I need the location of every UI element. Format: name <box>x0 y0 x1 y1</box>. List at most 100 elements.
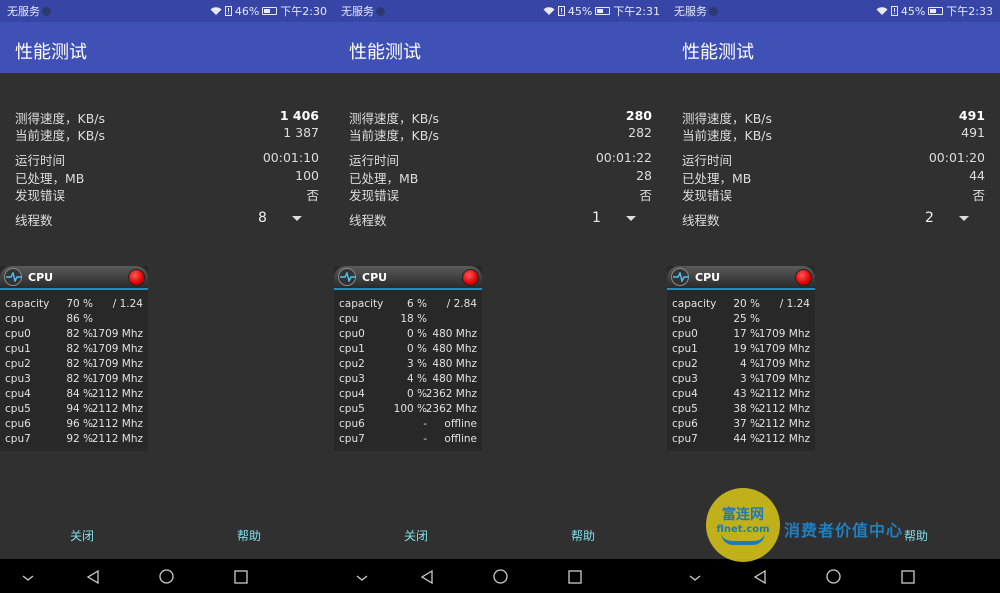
cpu-row: cpu6 - offline <box>339 418 479 433</box>
cpu-monitor-widget[interactable]: CPU capacity 6 % / 2.84 cpu 18 % cpu0 0 % 480 M… <box>334 266 482 451</box>
cpu-row: cpu7 44 % 2112 Mhz <box>672 433 812 448</box>
cpu-name: cpu6 <box>5 418 31 430</box>
cpu-row: cpu3 4 % 480 Mhz <box>339 373 479 388</box>
stat-label: 当前速度，KB/s <box>682 128 772 143</box>
cpu-freq: 1709 Mhz <box>758 328 810 340</box>
stat-row: 发现错误 否 <box>349 185 652 204</box>
cpu-load: 82 % <box>66 328 93 340</box>
stat-row: 运行时间 00:01:10 <box>15 150 319 169</box>
back-icon[interactable] <box>86 569 100 588</box>
cpu-row: cpu1 19 % 1709 Mhz <box>672 343 812 358</box>
back-icon[interactable] <box>753 569 767 588</box>
wifi-icon <box>543 7 555 15</box>
stat-value: 282 <box>628 125 652 140</box>
status-bar: 无服务 46% 下午2:30 <box>0 0 334 22</box>
home-icon[interactable] <box>826 569 841 588</box>
stat-row: 发现错误 否 <box>15 185 319 204</box>
cpu-load: 0 % <box>407 388 427 400</box>
cpu-widget-header[interactable]: CPU <box>0 266 148 290</box>
cpu-freq: 2112 Mhz <box>758 418 810 430</box>
cpu-row: cpu 25 % <box>672 313 812 328</box>
cpu-name: cpu1 <box>5 343 31 355</box>
dropdown-arrow-icon[interactable] <box>292 216 302 221</box>
cpu-load: 96 % <box>66 418 93 430</box>
recents-icon[interactable] <box>234 569 248 588</box>
recents-icon[interactable] <box>901 569 915 588</box>
cpu-row: capacity 20 % / 1.24 <box>672 298 812 313</box>
home-icon[interactable] <box>159 569 174 588</box>
cpu-load: 82 % <box>66 358 93 370</box>
cpu-load: 86 % <box>66 313 93 325</box>
pulse-icon <box>671 268 689 286</box>
record-button[interactable] <box>795 269 812 286</box>
app-notification-icon <box>42 6 51 16</box>
cpu-freq: 1709 Mhz <box>91 373 143 385</box>
cpu-widget-header[interactable]: CPU <box>334 266 482 290</box>
cpu-row: cpu4 84 % 2112 Mhz <box>5 388 145 403</box>
dropdown-arrow-icon[interactable] <box>626 216 636 221</box>
cpu-widget-title: CPU <box>362 270 388 284</box>
cpu-freq: 1709 Mhz <box>758 343 810 355</box>
cpu-row: cpu2 3 % 480 Mhz <box>339 358 479 373</box>
threads-dropdown[interactable]: 1 <box>592 210 601 226</box>
help-button[interactable]: 帮助 <box>237 527 261 544</box>
cpu-row: cpu1 82 % 1709 Mhz <box>5 343 145 358</box>
threads-dropdown[interactable]: 8 <box>258 210 267 226</box>
help-button[interactable]: 帮助 <box>904 527 928 544</box>
cpu-freq: 480 Mhz <box>432 358 477 370</box>
clock: 下午2:33 <box>946 5 993 18</box>
cpu-load: 25 % <box>733 313 760 325</box>
cpu-name: cpu0 <box>339 328 365 340</box>
battery-percent: 45% <box>567 4 593 18</box>
stat-row: 运行时间 00:01:22 <box>349 150 652 169</box>
stat-row: 运行时间 00:01:20 <box>682 150 985 169</box>
chevron-down-icon[interactable] <box>356 569 368 588</box>
chevron-down-icon[interactable] <box>22 569 34 588</box>
cpu-name: cpu6 <box>672 418 698 430</box>
pulse-icon <box>338 268 356 286</box>
cpu-monitor-widget[interactable]: CPU capacity 70 %/ 1.24 cpu 86 % cpu0 82 % 170… <box>0 266 148 451</box>
stat-value: 否 <box>306 188 319 203</box>
cpu-load: 82 % <box>66 373 93 385</box>
cpu-widget-title: CPU <box>695 270 721 284</box>
threads-dropdown[interactable]: 2 <box>925 210 934 226</box>
record-button[interactable] <box>128 269 145 286</box>
stat-value: 1 387 <box>283 125 319 140</box>
cpu-monitor-widget[interactable]: CPU capacity 20 %/ 1.24 cpu 25 % cpu0 17 % 170… <box>667 266 815 451</box>
home-icon[interactable] <box>493 569 508 588</box>
watermark-slogan: 消费者价值中心 <box>784 521 904 540</box>
app-notification-icon <box>376 6 385 16</box>
cpu-row: cpu2 82 % 1709 Mhz <box>5 358 145 373</box>
stat-value: 否 <box>639 188 652 203</box>
cpu-row: cpu6 37 % 2112 Mhz <box>672 418 812 433</box>
page-title: 性能测试 <box>0 22 334 73</box>
cpu-name: cpu2 <box>672 358 698 370</box>
dropdown-arrow-icon[interactable] <box>959 216 969 221</box>
recents-icon[interactable] <box>568 569 582 588</box>
cpu-widget-header[interactable]: CPU <box>667 266 815 290</box>
cpu-row: cpu2 4 % 1709 Mhz <box>672 358 812 373</box>
watermark-logo-name: 富连网 <box>722 507 764 523</box>
cpu-name: cpu3 <box>672 373 698 385</box>
chevron-down-icon[interactable] <box>689 569 701 588</box>
threads-label-row: 线程数 <box>682 210 985 229</box>
page-title: 性能测试 <box>334 22 667 73</box>
close-button[interactable]: 关闭 <box>70 527 94 544</box>
cpu-name: cpu5 <box>339 403 365 415</box>
stat-row: 当前速度，KB/s 282 <box>349 125 652 144</box>
cpu-load: 18 % <box>400 313 427 325</box>
cpu-load: 0 % <box>407 328 427 340</box>
cpu-load: 38 % <box>733 403 760 415</box>
cpu-row: cpu3 82 % 1709 Mhz <box>5 373 145 388</box>
close-button[interactable]: 关闭 <box>404 527 428 544</box>
record-button[interactable] <box>462 269 479 286</box>
help-button[interactable]: 帮助 <box>571 527 595 544</box>
threads-label: 线程数 <box>15 213 53 228</box>
cpu-row: cpu 86 % <box>5 313 145 328</box>
back-icon[interactable] <box>420 569 434 588</box>
cpu-freq: 2112 Mhz <box>758 433 810 445</box>
battery-icon <box>262 7 278 15</box>
navigation-bar <box>0 559 334 593</box>
stat-value: 00:01:20 <box>928 150 985 165</box>
cpu-load: 19 % <box>733 343 760 355</box>
